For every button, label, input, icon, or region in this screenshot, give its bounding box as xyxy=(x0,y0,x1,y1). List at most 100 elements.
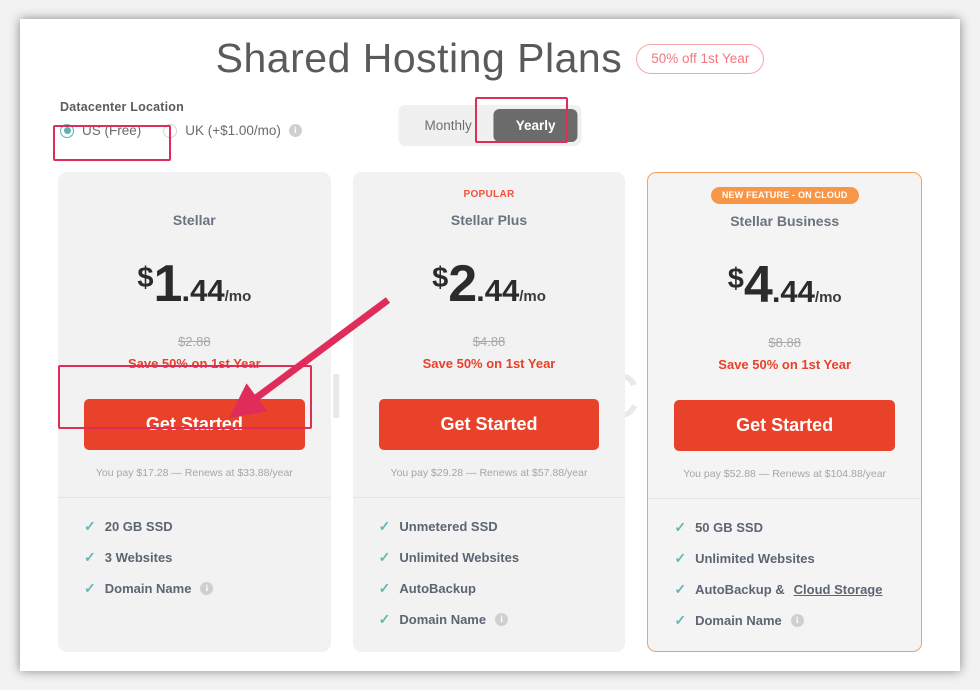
price-cents: .44 xyxy=(771,274,815,309)
billing-option-monthly[interactable]: Monthly xyxy=(402,109,493,142)
page-header: Shared Hosting Plans 50% off 1st Year xyxy=(20,19,960,82)
check-icon: ✓ xyxy=(378,580,391,596)
feature-item: ✓ AutoBackup xyxy=(379,580,600,597)
plan-card-stellar-plus: POPULAR Stellar Plus $2.44/mo $4.88 Save… xyxy=(352,172,626,652)
plan-renews-note: You pay $52.88 — Renews at $104.88/year xyxy=(683,468,887,480)
title-row: Shared Hosting Plans 50% off 1st Year xyxy=(20,35,960,82)
plan-badge-row xyxy=(58,184,331,206)
plan-badge-row: POPULAR xyxy=(353,184,626,206)
feature-label: 20 GB SSD xyxy=(104,519,173,534)
promo-badge: 50% off 1st Year xyxy=(636,43,765,74)
feature-item: ✓ Domain Name i xyxy=(379,611,600,628)
feature-label: Domain Name xyxy=(399,612,487,627)
datacenter-option-uk[interactable]: UK (+$1.00/mo) i xyxy=(163,123,302,138)
check-icon: ✓ xyxy=(378,611,391,627)
billing-option-yearly[interactable]: Yearly xyxy=(493,109,578,142)
plan-features: ✓ 20 GB SSD ✓ 3 Websites ✓ Domain Name i xyxy=(58,498,331,619)
check-icon: ✓ xyxy=(84,518,96,534)
feature-label: Unmetered SSD xyxy=(399,519,498,534)
plan-name: Stellar Business xyxy=(730,213,840,229)
price-whole: 4 xyxy=(743,256,773,314)
feature-label: Unlimited Websites xyxy=(695,551,815,566)
price-currency: $ xyxy=(137,262,154,294)
plan-save-line: Save 50% on 1st Year xyxy=(422,356,556,371)
check-icon: ✓ xyxy=(674,581,687,597)
feature-item: ✓ AutoBackup & Cloud Storage xyxy=(674,581,895,598)
radio-us-icon[interactable] xyxy=(60,123,74,138)
feature-item: ✓ Unlimited Websites xyxy=(674,550,895,567)
plan-card-stellar-business: NEW FEATURE - ON CLOUD Stellar Business … xyxy=(647,172,923,652)
popular-badge: POPULAR xyxy=(463,189,515,200)
price-period: /mo xyxy=(519,288,546,305)
cta-wrapper: Get Started xyxy=(58,399,331,450)
plan-old-price: $2.88 xyxy=(178,334,211,349)
price-period: /mo xyxy=(814,289,842,306)
check-icon: ✓ xyxy=(84,549,96,565)
check-icon: ✓ xyxy=(674,550,687,566)
plan-features: ✓ Unmetered SSD ✓ Unlimited Websites ✓ A… xyxy=(353,498,626,650)
feature-item: ✓ Unlimited Websites xyxy=(379,549,600,566)
cta-wrapper: Get Started xyxy=(648,400,921,451)
get-started-button[interactable]: Get Started xyxy=(84,399,305,450)
info-icon[interactable]: i xyxy=(790,614,804,627)
plan-save-line: Save 50% on 1st Year xyxy=(127,356,261,371)
check-icon: ✓ xyxy=(674,519,687,535)
feature-label: Domain Name xyxy=(104,581,192,596)
price-cents: .44 xyxy=(476,273,520,308)
feature-label: Unlimited Websites xyxy=(399,550,520,565)
pricing-page: ORIDSITE COM Shared Hosting Plans 50% of… xyxy=(20,19,960,671)
plans-container: Stellar $1.44/mo $2.88 Save 50% on 1st Y… xyxy=(20,172,960,652)
feature-label: 50 GB SSD xyxy=(695,520,763,535)
feature-item: ✓ 50 GB SSD xyxy=(674,519,895,536)
cta-wrapper: Get Started xyxy=(353,399,626,450)
plan-name: Stellar Plus xyxy=(450,212,528,228)
feature-item: ✓ 3 Websites xyxy=(84,549,305,566)
info-icon[interactable]: i xyxy=(288,124,302,137)
info-icon[interactable]: i xyxy=(200,582,214,595)
price-currency: $ xyxy=(432,262,449,294)
feature-label: AutoBackup & xyxy=(695,582,785,597)
check-icon: ✓ xyxy=(378,518,391,534)
screenshot-canvas: ORIDSITE COM Shared Hosting Plans 50% of… xyxy=(0,0,980,690)
plan-card-stellar: Stellar $1.44/mo $2.88 Save 50% on 1st Y… xyxy=(58,172,331,652)
new-feature-badge: NEW FEATURE - ON CLOUD xyxy=(710,187,859,204)
plan-renews-note: You pay $29.28 — Renews at $57.88/year xyxy=(390,467,588,479)
plan-save-line: Save 50% on 1st Year xyxy=(718,357,852,372)
feature-label: Domain Name xyxy=(695,613,782,628)
price-period: /mo xyxy=(224,288,252,305)
radio-uk-icon[interactable] xyxy=(163,123,178,138)
get-started-button[interactable]: Get Started xyxy=(378,399,600,450)
feature-label: AutoBackup xyxy=(399,581,476,596)
plan-badge-row: NEW FEATURE - ON CLOUD xyxy=(648,185,921,207)
datacenter-option-us-label: US (Free) xyxy=(82,123,142,138)
billing-cycle-toggle[interactable]: Monthly Yearly xyxy=(398,105,582,146)
price-whole: 1 xyxy=(153,255,183,313)
plan-price: $4.44/mo xyxy=(648,255,921,315)
price-currency: $ xyxy=(727,263,744,295)
feature-item: ✓ Unmetered SSD xyxy=(379,518,600,535)
datacenter-option-us[interactable]: US (Free) xyxy=(60,123,141,138)
check-icon: ✓ xyxy=(378,549,391,565)
price-whole: 2 xyxy=(448,255,477,313)
info-icon[interactable]: i xyxy=(495,613,509,626)
feature-item: ✓ 20 GB SSD xyxy=(84,518,305,535)
datacenter-option-uk-label: UK (+$1.00/mo) xyxy=(185,123,281,138)
datacenter-location-group: Datacenter Location US (Free) UK (+$1.00… xyxy=(60,100,302,138)
datacenter-label: Datacenter Location xyxy=(60,100,184,114)
plan-price: $2.44/mo xyxy=(353,254,626,314)
page-title: Shared Hosting Plans xyxy=(215,35,623,81)
feature-item: ✓ Domain Name i xyxy=(84,580,305,597)
price-cents: .44 xyxy=(181,273,225,308)
plan-old-price: $8.88 xyxy=(768,335,801,350)
feature-link-cloud-storage[interactable]: Cloud Storage xyxy=(794,582,883,597)
plan-renews-note: You pay $17.28 — Renews at $33.88/year xyxy=(95,467,293,479)
check-icon: ✓ xyxy=(84,580,96,596)
controls-row: Datacenter Location US (Free) UK (+$1.00… xyxy=(20,97,960,161)
feature-item: ✓ Domain Name i xyxy=(674,612,895,629)
datacenter-options: US (Free) UK (+$1.00/mo) i xyxy=(60,123,302,138)
feature-label: 3 Websites xyxy=(104,550,173,565)
plan-name: Stellar xyxy=(172,212,216,228)
plan-price: $1.44/mo xyxy=(58,254,331,314)
plan-old-price: $4.88 xyxy=(472,334,506,349)
get-started-button[interactable]: Get Started xyxy=(674,400,896,451)
